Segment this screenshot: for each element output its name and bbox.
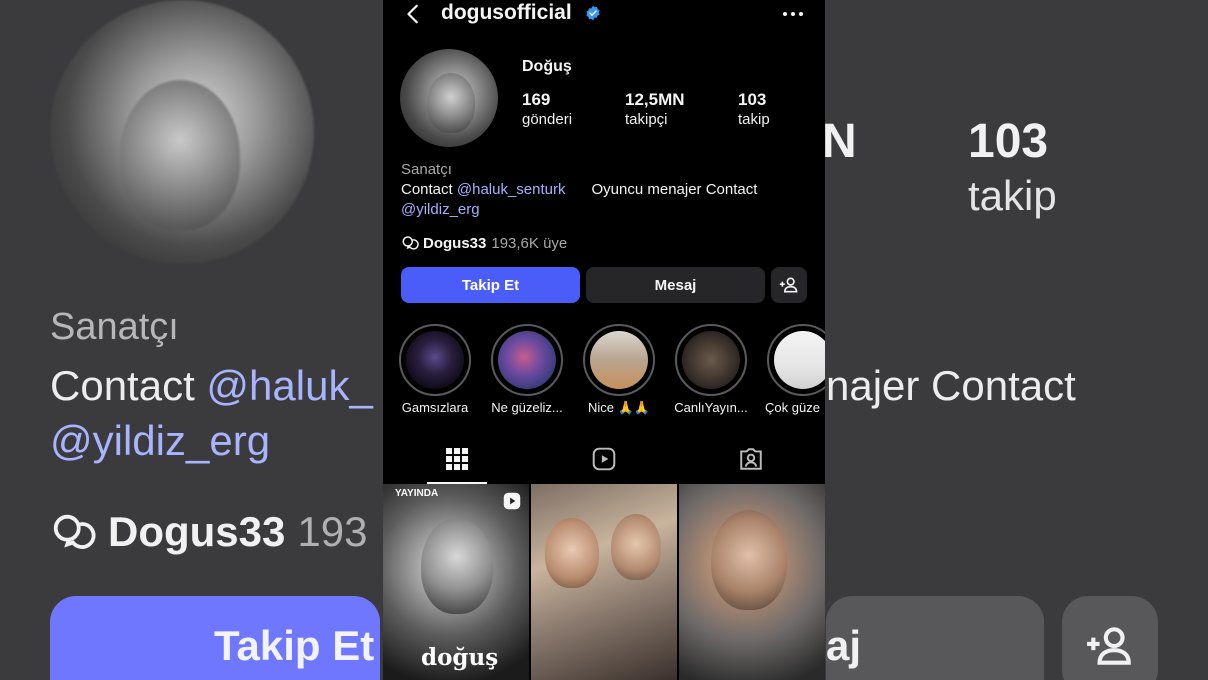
back-arrow-icon[interactable]: [403, 3, 425, 25]
tagged-icon: [740, 448, 762, 470]
background-message-label: aj: [826, 622, 862, 669]
tab-reels[interactable]: [574, 436, 634, 482]
phone-screen: dogusofficial Doğuş 169 gönderi 12,5MN t…: [383, 0, 825, 680]
background-contact-mention: @haluk_: [206, 362, 373, 409]
highlight-cover: [406, 331, 464, 389]
channel-name: Dogus33: [423, 234, 487, 252]
profile-avatar[interactable]: [400, 49, 498, 147]
bio-line-1: Contact @haluk_senturk Oyuncu menajer Con…: [401, 180, 811, 200]
background-following-label: takip: [968, 172, 1057, 219]
background-contact: Contact @haluk_: [50, 362, 373, 410]
top-bar: dogusofficial: [383, 0, 825, 30]
profile-tabs: [383, 436, 825, 484]
background-menajer-text: najer Contact: [826, 362, 1076, 409]
bio-contact-prefix: Contact: [401, 181, 457, 198]
background-follow-button: Takip Et: [50, 596, 380, 680]
background-channel: Dogus33 193: [50, 508, 367, 556]
background-channel-icon: [53, 514, 96, 549]
highlight-ring: [399, 324, 471, 396]
reels-icon: [592, 447, 616, 471]
highlight-label: Nice 🙏🙏: [588, 400, 650, 415]
background-channel-members: 193: [297, 508, 368, 555]
stat-posts-label: gönderi: [522, 111, 573, 128]
stat-following-label: takip: [738, 111, 770, 128]
add-user-icon: [779, 277, 798, 293]
highlight-label: CanlıYayın...: [674, 400, 748, 415]
story-highlights: Gamsızlara Ne güzeliz... Nice 🙏🙏 CanlıYa…: [383, 322, 825, 422]
highlight-label: Çok güze: [765, 400, 820, 415]
post-image: [611, 514, 661, 580]
highlight-label: Ne güzeliz...: [491, 400, 563, 415]
highlight-cover: [498, 331, 556, 389]
bio-mention-yildiz[interactable]: @yildiz_erg: [401, 200, 811, 220]
post-image: [545, 518, 599, 588]
highlight-ring: [675, 324, 747, 396]
screenshot-stage: Sanatçı Contact @haluk_ @yildiz_erg Dogu…: [0, 0, 1208, 680]
tab-tagged[interactable]: [721, 436, 781, 482]
background-add-user-button: [1062, 596, 1158, 680]
stat-followers-value: 12,5MN: [625, 90, 685, 109]
highlight-cover: [682, 331, 740, 389]
profile-username: dogusofficial: [441, 1, 572, 24]
stat-following[interactable]: 103 takip: [738, 90, 770, 130]
bio-manager-text: Oyuncu menajer Contact: [591, 181, 758, 198]
post-tile[interactable]: [679, 484, 825, 680]
stat-following-value: 103: [738, 90, 767, 109]
post-image: [711, 510, 787, 610]
channel-members: 193,6K üye: [491, 234, 568, 252]
broadcast-channel[interactable]: Dogus33 193,6K üye: [401, 234, 567, 252]
background-channel-name: Dogus33: [108, 508, 286, 555]
message-button[interactable]: Mesaj: [586, 267, 765, 303]
highlight-label: Gamsızlara: [401, 400, 469, 415]
post-image: [421, 518, 493, 614]
posts-grid: YAYINDA doğuş: [383, 484, 825, 680]
live-badge: YAYINDA: [395, 488, 439, 499]
more-options-icon[interactable]: [781, 3, 805, 25]
stat-posts[interactable]: 169 gönderi: [522, 90, 572, 130]
grid-icon: [446, 448, 468, 470]
highlight-cover: [590, 331, 648, 389]
post-caption-logo: doğuş: [421, 644, 499, 671]
highlight-ring: [583, 324, 655, 396]
background-message-button: aj: [826, 596, 1044, 680]
background-mention: @yildiz_erg: [50, 417, 271, 464]
background-stat-value-partial: N: [822, 115, 857, 168]
post-tile[interactable]: [531, 484, 677, 680]
highlight-ring: [767, 324, 825, 396]
verified-badge-icon: [586, 5, 600, 21]
suggest-users-button[interactable]: [771, 267, 807, 303]
background-following-value: 103: [968, 115, 1049, 168]
bio-mention-haluk[interactable]: @haluk_senturk: [457, 181, 566, 198]
tab-posts-grid[interactable]: [427, 436, 487, 484]
add-user-icon: [1087, 627, 1131, 665]
profile-full-name: Doğuş: [522, 58, 572, 75]
stat-followers[interactable]: 12,5MN takipçi: [625, 90, 685, 130]
highlight-ring: [491, 324, 563, 396]
stat-followers-label: takipçi: [625, 111, 668, 128]
channel-icon: [402, 236, 419, 250]
highlight-cover: [774, 331, 825, 389]
stat-posts-value: 169: [522, 90, 551, 109]
background-avatar: [50, 0, 314, 264]
follow-button[interactable]: Takip Et: [401, 267, 580, 303]
background-contact-prefix: Contact: [50, 362, 207, 409]
background-category: Sanatçı: [50, 306, 179, 348]
post-tile[interactable]: YAYINDA doğuş: [383, 484, 529, 680]
profile-bio: Sanatçı Contact @haluk_senturk Oyuncu men…: [401, 160, 811, 220]
reel-icon: [503, 492, 521, 510]
bio-category: Sanatçı: [401, 161, 452, 178]
